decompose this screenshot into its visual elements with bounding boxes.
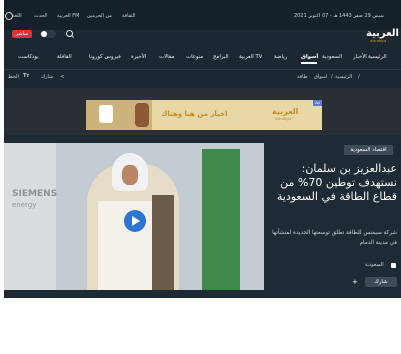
nav-item-news[interactable]: الأخبار [353,53,367,61]
breadcrumb-separator: / [358,74,360,80]
speaker-face [122,165,138,185]
ad-choices-badge[interactable]: Ad [313,100,322,106]
nav-item-variety[interactable]: منوعات [186,53,203,61]
breadcrumb-home[interactable]: الرئيسية [335,74,352,81]
font-size-link[interactable]: الخط [8,74,19,81]
article-summary: شركة سيمنس للطاقة تطلق توسعتها الجديدة ل… [272,230,397,246]
breadcrumb-energy[interactable]: طاقة [297,74,308,81]
nav-item-caravan[interactable]: القافلة [57,53,72,61]
share-icon[interactable]: < [60,74,64,81]
top-link-alhadath[interactable]: الحدث [34,13,47,20]
category-tag[interactable]: اقتصاد السعودية [344,145,393,155]
nav-item-latest[interactable]: الأخيرة [131,53,146,61]
nav-item-corona[interactable]: فيروس كورونا [89,53,121,61]
theme-toggle[interactable] [40,30,56,38]
podium [152,195,174,290]
play-icon [132,216,140,226]
article-add-button[interactable]: + [352,279,358,286]
ad-brand-logo: العربية [272,107,299,116]
coffee-cup-icon [99,105,113,123]
ad-headline: اخبار من هنا وهناك [161,110,228,118]
top-link-haramain[interactable]: من الحرمين [87,13,112,20]
font-size-icon[interactable]: Tт [23,73,29,80]
nav-item-saudi[interactable]: السعودية [322,53,342,61]
breadcrumb-markets[interactable]: أسواق [314,74,327,81]
siemens-sign-sub: energy [12,201,37,209]
nav-item-podcast[interactable]: بودكاست [18,53,39,61]
article-source[interactable]: السعودية [365,262,384,269]
nav-item-articles[interactable]: مقالات [159,53,174,61]
siemens-sign: SIEMENS [12,189,58,199]
source-pin-icon [391,263,396,268]
nav-item-home[interactable]: الرئيسية [368,53,387,61]
article-share-button[interactable]: شارك [365,277,397,287]
saudi-flag [202,149,240,290]
globe-icon [5,12,13,20]
ad-brand-sub: alarabiya [275,117,292,121]
site-logo-sub: alarabiya [370,39,387,43]
live-badge[interactable]: مباشر [12,30,32,38]
stage-backdrop [4,143,56,290]
top-link-culture[interactable]: الثقافة [122,13,136,20]
hero-image[interactable]: SIEMENS energy [4,143,264,290]
date-text: الخميس 29 صفر 1443 هـ - 07 أكتوبر 2021 [294,13,384,19]
nav-item-markets[interactable]: أسواق [301,53,318,61]
breadcrumb-separator: / [331,74,333,80]
language-switch[interactable]: اللغة [12,13,22,20]
top-link-fm[interactable]: العربية FM [57,13,79,20]
toggle-knob [41,31,47,37]
nav-item-tv[interactable]: العربية TV [239,53,262,61]
article-headline[interactable]: عبدالعزيز بن سلمان: نستهدف توطين 70% من … [273,162,397,204]
nav-active-indicator [301,62,317,64]
nav-item-programs[interactable]: البرامج [213,53,229,61]
share-link[interactable]: شارك [41,74,53,81]
play-video-button[interactable] [124,210,146,232]
nav-item-sports[interactable]: رياضة [274,53,287,61]
ad-person-image [135,103,149,127]
